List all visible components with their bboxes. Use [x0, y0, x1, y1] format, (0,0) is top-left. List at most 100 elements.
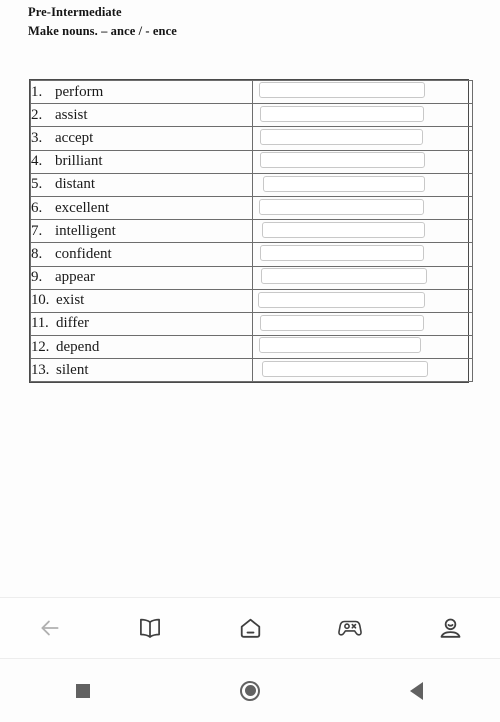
row-word: accept — [55, 129, 94, 146]
word-cell: 2. assist — [30, 103, 253, 128]
nav-home-button[interactable] — [200, 598, 300, 658]
answer-cell[interactable] — [252, 242, 473, 267]
answer-input[interactable] — [262, 361, 428, 378]
worksheet-page: Pre-Intermediate Make nouns. – ance / - … — [0, 0, 500, 597]
answer-cell[interactable] — [252, 195, 473, 221]
row-word: differ — [56, 315, 90, 332]
word-cell: 12. depend — [30, 335, 253, 360]
row-word: intelligent — [55, 222, 116, 239]
word-cell: 10. exist — [30, 288, 253, 313]
word-cell: 11. differ — [30, 311, 253, 337]
row-word: depend — [56, 338, 100, 355]
table-row: 8. confident — [30, 242, 473, 267]
row-number: 2. — [31, 106, 43, 123]
row-word: brilliant — [55, 153, 103, 170]
table-row: 2. assist — [30, 103, 473, 128]
answer-cell[interactable] — [252, 288, 473, 313]
recents-square-icon — [76, 683, 91, 698]
table-row: 13. silent — [30, 358, 473, 383]
row-number: 8. — [31, 245, 43, 262]
word-cell: 8. confident — [30, 242, 253, 267]
answer-cell[interactable] — [252, 79, 473, 105]
answer-input[interactable] — [259, 198, 424, 215]
table-row: 10. exist — [30, 288, 473, 313]
word-cell: 1. perform — [30, 79, 253, 105]
row-number: 6. — [31, 199, 43, 216]
android-system-navigation-bar — [0, 659, 500, 722]
answer-input[interactable] — [260, 151, 425, 168]
answer-cell[interactable] — [252, 219, 473, 244]
word-cell: 3. accept — [30, 126, 253, 151]
answer-input[interactable] — [260, 245, 424, 262]
answer-input[interactable] — [259, 82, 425, 98]
table-row: 7. intelligent — [30, 219, 473, 244]
system-back-button[interactable] — [333, 681, 500, 700]
table-row: 12. depend — [30, 335, 473, 360]
back-arrow-icon — [37, 615, 63, 641]
row-number: 3. — [31, 129, 43, 146]
exercise-table: 1. perform 2. assist 3. accept 4. brilli… — [29, 79, 473, 384]
answer-input[interactable] — [259, 337, 421, 354]
home-circle-icon — [240, 680, 260, 701]
worksheet-heading: Pre-Intermediate Make nouns. – ance / - … — [28, 3, 177, 41]
row-number: 1. — [31, 83, 43, 100]
answer-cell[interactable] — [252, 311, 473, 337]
table-row: 4. brilliant — [30, 149, 473, 174]
table-row: 3. accept — [30, 126, 473, 151]
word-cell: 5. distant — [30, 172, 253, 197]
word-cell: 9. appear — [30, 265, 253, 290]
answer-input[interactable] — [260, 106, 424, 123]
table-row: 11. differ — [30, 311, 473, 337]
row-word: appear — [55, 269, 95, 286]
row-word: perform — [55, 83, 104, 100]
answer-cell[interactable] — [252, 358, 473, 383]
answer-input[interactable] — [260, 314, 424, 331]
answer-input[interactable] — [261, 267, 427, 284]
row-word: excellent — [55, 199, 110, 216]
row-word: silent — [56, 361, 89, 378]
nav-back-button[interactable] — [0, 598, 100, 658]
row-number: 7. — [31, 222, 43, 239]
row-number: 11. — [31, 315, 49, 332]
word-cell: 7. intelligent — [30, 219, 253, 244]
level-label: Pre-Intermediate — [28, 5, 122, 19]
nav-profile-button[interactable] — [400, 598, 500, 658]
system-recents-button[interactable] — [0, 683, 167, 698]
word-cell: 6. excellent — [30, 195, 253, 221]
word-cell: 13. silent — [30, 358, 253, 383]
table-row: 9. appear — [30, 265, 473, 290]
answer-cell[interactable] — [252, 172, 473, 197]
row-number: 5. — [31, 176, 43, 193]
answer-cell[interactable] — [252, 126, 473, 151]
row-word: distant — [55, 176, 95, 193]
answer-input[interactable] — [263, 175, 425, 192]
answer-cell[interactable] — [252, 265, 473, 290]
row-number: 12. — [31, 338, 50, 355]
row-word: confident — [55, 245, 112, 262]
back-triangle-icon — [410, 681, 424, 700]
nav-games-button[interactable] — [300, 598, 400, 658]
app-bottom-navigation — [0, 597, 500, 659]
game-controller-icon — [336, 614, 364, 642]
row-number: 4. — [31, 153, 43, 170]
row-number: 9. — [31, 269, 43, 286]
exercise-table-body: 1. perform 2. assist 3. accept 4. brilli… — [30, 79, 473, 383]
answer-cell[interactable] — [252, 335, 473, 360]
word-cell: 4. brilliant — [30, 149, 253, 174]
row-number: 13. — [31, 361, 50, 378]
table-row: 6. excellent — [30, 195, 473, 221]
answer-cell[interactable] — [252, 103, 473, 128]
home-icon — [237, 615, 264, 642]
answer-input[interactable] — [260, 129, 423, 146]
answer-input[interactable] — [258, 291, 425, 308]
row-number: 10. — [31, 292, 50, 309]
table-row: 5. distant — [30, 172, 473, 197]
system-home-button[interactable] — [167, 680, 334, 701]
nav-library-button[interactable] — [100, 598, 200, 658]
answer-cell[interactable] — [252, 149, 473, 174]
instruction-label: Make nouns. – ance / - ence — [28, 24, 177, 38]
book-icon — [137, 615, 163, 641]
row-word: assist — [55, 106, 88, 123]
table-row: 1. perform — [30, 79, 473, 105]
answer-input[interactable] — [262, 222, 425, 239]
